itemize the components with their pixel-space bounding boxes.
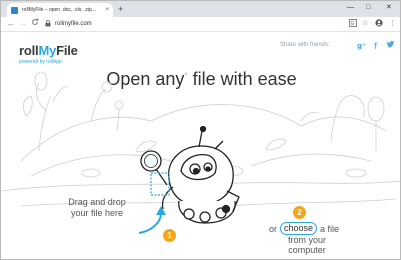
drag-drop-instructions: Drag and drop your file here [59, 197, 135, 219]
from-computer-text: from your computer [287, 235, 326, 255]
drag-line-2: your file here [70, 208, 124, 218]
drag-line-1: Drag and drop [68, 197, 126, 207]
choose-file-button[interactable]: choose [280, 222, 318, 235]
step-2-badge: 2 [293, 206, 306, 219]
choose-file-row: or choose a file [269, 222, 339, 235]
arrow-icon [138, 212, 162, 234]
step-1-badge: 1 [163, 229, 176, 242]
choose-prefix: or [269, 223, 278, 234]
choose-suffix: a file [320, 223, 340, 234]
landscape-illustration [1, 71, 400, 234]
browser-window: rollMyFile – open .doc, .xls, .zip... × … [0, 0, 401, 260]
